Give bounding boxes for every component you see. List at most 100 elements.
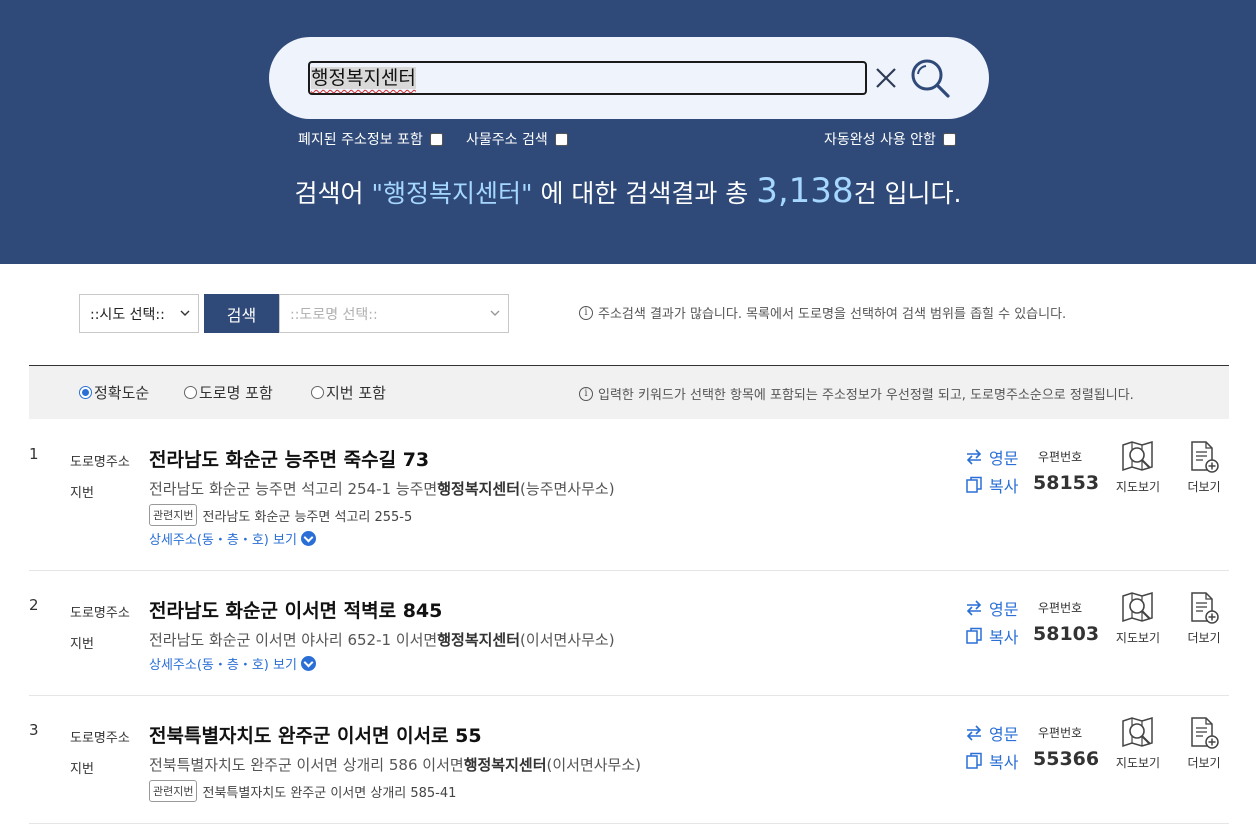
- sort-accuracy-radio[interactable]: 정확도순: [79, 382, 149, 403]
- checkbox-autocomplete[interactable]: [942, 132, 956, 146]
- sort-info-text: 입력한 키워드가 선택한 항목에 포함되는 주소정보가 우선정렬 되고, 도로명…: [598, 388, 1134, 403]
- search-icon[interactable]: [909, 57, 951, 99]
- search-input[interactable]: 행정복지센터: [308, 61, 867, 95]
- search-input-text: 행정복지센터: [311, 67, 416, 89]
- detail-label: 상세주소(동・층・호) 보기: [149, 533, 297, 548]
- sort-jibun-radio[interactable]: 지번 포함: [311, 382, 386, 403]
- sort-label: 도로명 포함: [199, 384, 273, 402]
- map-search-icon: [1122, 591, 1153, 623]
- result-summary: 검색어 "행정복지센터" 에 대한 검색결과 총 3,138건 입니다.: [0, 171, 1256, 211]
- sort-info: i 입력한 키워드가 선택한 항목에 포함되는 주소정보가 우선정렬 되고, 도…: [579, 384, 1134, 403]
- map-label: 지도보기: [1115, 631, 1161, 645]
- more-label: 더보기: [1187, 631, 1221, 645]
- sido-select[interactable]: ::시도 선택::: [79, 294, 199, 333]
- more-button[interactable]: 더보기: [1174, 440, 1234, 495]
- copy-button[interactable]: 복사: [965, 473, 1018, 497]
- result-number: 3: [29, 721, 39, 739]
- chevron-down-icon: [180, 310, 190, 316]
- related-jibun: 관련지번 전라남도 화순군 능주면 석고리 255-5: [149, 504, 412, 526]
- detail-label: 상세주소(동・층・호) 보기: [149, 658, 297, 673]
- option-label: 폐지된 주소정보 포함: [298, 132, 423, 148]
- related-jibun-tag: 관련지번: [149, 780, 198, 802]
- related-jibun: 관련지번 전북특별자치도 완주군 이서면 상개리 585-41: [149, 780, 456, 802]
- sort-label: 정확도순: [94, 384, 150, 402]
- document-add-icon: [1191, 441, 1219, 473]
- copy-button[interactable]: 복사: [965, 624, 1018, 648]
- map-search-icon: [1122, 440, 1153, 472]
- jibun-label: 지번: [70, 762, 94, 777]
- copy-icon: [966, 752, 982, 769]
- map-view-button[interactable]: 지도보기: [1108, 440, 1168, 495]
- road-select[interactable]: ::도로명 선택::: [279, 294, 509, 333]
- more-button[interactable]: 더보기: [1174, 716, 1234, 771]
- result-number: 1: [29, 445, 39, 463]
- swap-icon: [966, 725, 982, 741]
- jibun-keyword: 행정복지센터: [463, 756, 547, 774]
- zip-label: 우편번호: [1038, 601, 1083, 615]
- radio-dot: [184, 386, 197, 399]
- search-header: 행정복지센터 폐지된 주소정보 포함 사물주소 검색 자동완성 사용 안함 검색…: [0, 0, 1256, 264]
- copy-icon: [966, 627, 982, 644]
- english-button[interactable]: 영문: [965, 596, 1018, 620]
- jibun-label: 지번: [70, 486, 94, 501]
- english-button[interactable]: 영문: [965, 445, 1018, 469]
- more-label: 더보기: [1187, 480, 1221, 494]
- map-label: 지도보기: [1115, 480, 1161, 494]
- filter-search-button[interactable]: 검색: [204, 294, 279, 333]
- summary-suffix: 건 입니다.: [853, 179, 962, 208]
- copy-button[interactable]: 복사: [965, 749, 1018, 773]
- detail-address-toggle[interactable]: 상세주소(동・층・호) 보기: [149, 654, 316, 673]
- option-disable-autocomplete[interactable]: 자동완성 사용 안함: [824, 129, 956, 149]
- summary-middle: 에 대한 검색결과 총: [540, 179, 749, 208]
- english-label: 영문: [989, 449, 1019, 468]
- jibun-text: 전라남도 화순군 이서면 야사리 652-1 이서면: [149, 631, 438, 649]
- copy-label: 복사: [989, 753, 1019, 772]
- copy-label: 복사: [989, 628, 1019, 647]
- more-label: 더보기: [1187, 756, 1221, 770]
- radio-dot: [79, 386, 92, 399]
- map-view-button[interactable]: 지도보기: [1108, 591, 1168, 646]
- road-select-value: ::도로명 선택::: [290, 306, 378, 323]
- info-icon: i: [579, 305, 593, 320]
- sort-label: 지번 포함: [326, 384, 386, 402]
- radio-dot: [311, 386, 324, 399]
- jibun-keyword: 행정복지센터: [437, 631, 521, 649]
- option-label: 자동완성 사용 안함: [824, 132, 936, 148]
- clear-icon[interactable]: [872, 64, 900, 92]
- sort-road-radio[interactable]: 도로명 포함: [184, 382, 273, 403]
- info-icon: i: [579, 386, 593, 401]
- road-address: 전라남도 화순군 이서면 적벽로 845: [149, 600, 443, 622]
- checkbox-object-address[interactable]: [554, 132, 568, 146]
- map-view-button[interactable]: 지도보기: [1108, 716, 1168, 771]
- summary-prefix: 검색어: [294, 179, 364, 208]
- result-item: 2 도로명주소 전라남도 화순군 이서면 적벽로 845 지번 전라남도 화순군…: [29, 571, 1229, 696]
- jibun-address: 전라남도 화순군 이서면 야사리 652-1 이서면행정복지센터(이서면사무소): [149, 629, 615, 650]
- jibun-suffix: (이서면사무소): [520, 631, 615, 649]
- jibun-keyword: 행정복지센터: [437, 480, 521, 498]
- sido-select-value: ::시도 선택::: [90, 306, 165, 323]
- road-address-label: 도로명주소: [70, 731, 130, 746]
- zip-code: 58103: [1033, 623, 1100, 645]
- option-label: 사물주소 검색: [466, 132, 548, 148]
- copy-label: 복사: [989, 477, 1019, 496]
- option-object-address[interactable]: 사물주소 검색: [466, 129, 568, 149]
- option-include-abolished[interactable]: 폐지된 주소정보 포함: [298, 129, 443, 149]
- filter-info: i 주소검색 결과가 많습니다. 목록에서 도로명을 선택하여 검색 범위를 좁…: [579, 303, 1066, 322]
- checkbox-abolished[interactable]: [429, 132, 443, 146]
- zip-code: 58153: [1033, 472, 1100, 494]
- zip-code: 55366: [1033, 748, 1100, 770]
- chevron-down-icon: [300, 656, 316, 671]
- summary-count: 3,138: [756, 171, 854, 211]
- document-add-icon: [1191, 592, 1219, 624]
- detail-address-toggle[interactable]: 상세주소(동・층・호) 보기: [149, 529, 316, 548]
- english-button[interactable]: 영문: [965, 721, 1018, 745]
- road-address-label: 도로명주소: [70, 606, 130, 621]
- more-button[interactable]: 더보기: [1174, 591, 1234, 646]
- map-label: 지도보기: [1115, 756, 1161, 770]
- swap-icon: [966, 600, 982, 616]
- related-jibun-tag: 관련지번: [149, 504, 198, 526]
- result-item: 3 도로명주소 전북특별자치도 완주군 이서면 이서로 55 지번 전북특별자치…: [29, 696, 1229, 824]
- result-number: 2: [29, 596, 39, 614]
- related-jibun-text: 전북특별자치도 완주군 이서면 상개리 585-41: [202, 785, 457, 801]
- sort-bar: 정확도순 도로명 포함 지번 포함 i 입력한 키워드가 선택한 항목에 포함되…: [29, 366, 1229, 419]
